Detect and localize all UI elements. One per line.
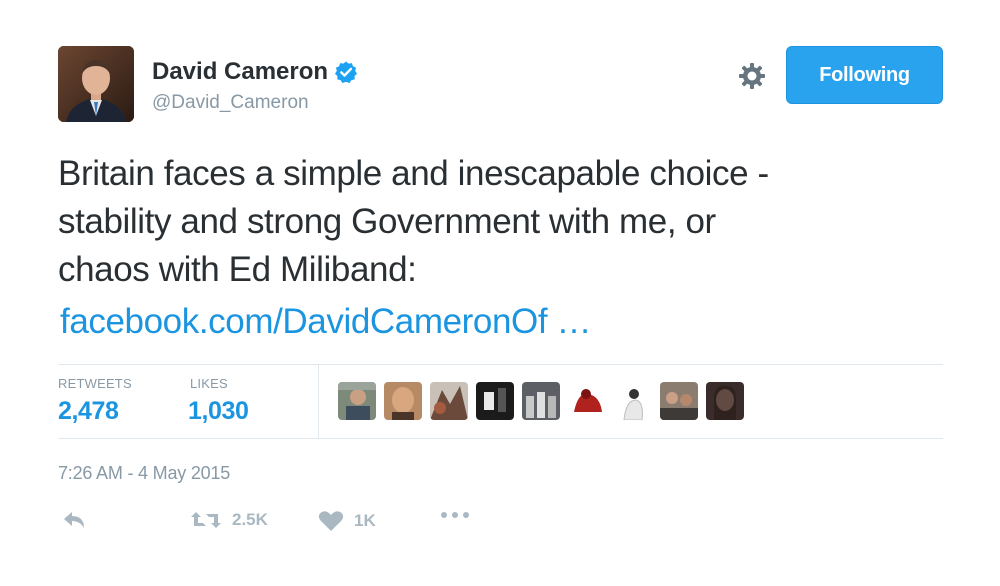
- following-button[interactable]: Following: [786, 46, 943, 104]
- more-icon: [441, 512, 469, 518]
- heart-icon: [318, 511, 344, 531]
- liker-avatar[interactable]: [476, 382, 514, 420]
- tweet-text-line: stability and strong Government with me,…: [58, 202, 716, 241]
- likes-count[interactable]: 1,030: [188, 397, 249, 426]
- retweets-count[interactable]: 2,478: [58, 397, 119, 426]
- author-name[interactable]: David Cameron: [152, 58, 328, 86]
- liker-avatar[interactable]: [522, 382, 560, 420]
- tweet-text-line: Britain faces a simple and inescapable c…: [58, 154, 769, 193]
- more-button[interactable]: [440, 510, 470, 520]
- tweet-text: Britain faces a simple and inescapable c…: [58, 150, 958, 294]
- liker-avatar[interactable]: [614, 382, 652, 420]
- reply-icon: [64, 512, 84, 528]
- retweet-icon: [191, 512, 221, 528]
- liker-avatar[interactable]: [384, 382, 422, 420]
- likes-label: LIKES: [190, 376, 228, 391]
- gear-icon[interactable]: [736, 60, 768, 92]
- liker-avatars: [338, 382, 744, 420]
- liker-avatar[interactable]: [430, 382, 468, 420]
- retweets-label: RETWEETS: [58, 376, 132, 391]
- like-button[interactable]: 1K: [318, 510, 376, 532]
- liker-avatar[interactable]: [660, 382, 698, 420]
- reply-button[interactable]: [62, 510, 88, 530]
- tweet-text-line: chaos with Ed Miliband:: [58, 250, 417, 289]
- author-handle[interactable]: @David_Cameron: [152, 92, 309, 114]
- liker-avatar[interactable]: [338, 382, 376, 420]
- verified-badge-icon: [334, 60, 358, 84]
- author-name-row[interactable]: David Cameron: [152, 58, 358, 86]
- divider: [58, 438, 943, 439]
- retweet-count: 2.5K: [232, 510, 268, 529]
- tweet-timestamp[interactable]: 7:26 AM - 4 May 2015: [58, 463, 230, 484]
- profile-photo-icon: [58, 46, 134, 122]
- divider: [58, 364, 943, 365]
- liker-avatar[interactable]: [706, 382, 744, 420]
- retweet-button[interactable]: 2.5K: [190, 510, 268, 530]
- author-avatar[interactable]: [58, 46, 134, 122]
- tweet-link[interactable]: facebook.com/DavidCameronOf …: [60, 302, 592, 342]
- stats-divider: [318, 364, 319, 438]
- like-count: 1K: [354, 511, 376, 530]
- liker-avatar[interactable]: [568, 382, 606, 420]
